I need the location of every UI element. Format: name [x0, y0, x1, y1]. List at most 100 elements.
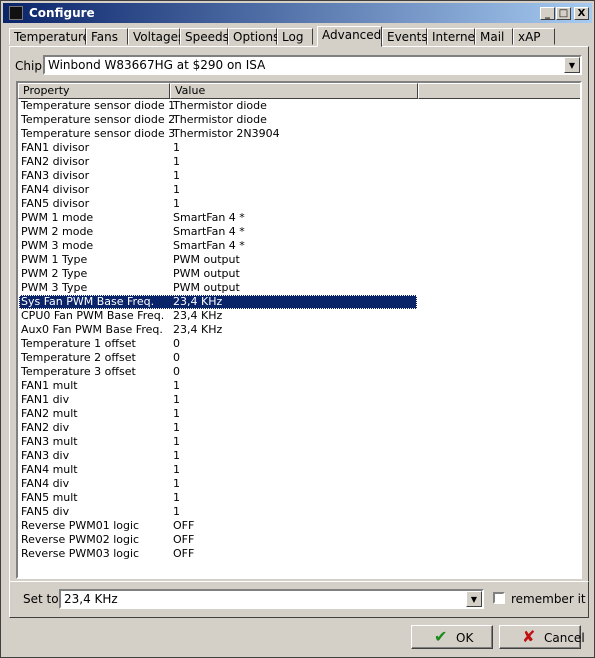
value-cell: PWM output — [173, 281, 240, 294]
table-row[interactable]: FAN1 divisor 1 — [19, 141, 417, 155]
property-cell: FAN4 div — [21, 477, 70, 490]
table-row[interactable]: PWM 1 Type PWM output — [19, 253, 417, 267]
value-cell: 1 — [173, 477, 180, 490]
value-cell: 1 — [173, 505, 180, 518]
value-cell: 1 — [173, 449, 180, 462]
set-to-select[interactable]: 23,4 KHz ▼ — [59, 589, 484, 609]
tab-xap[interactable]: xAP — [513, 28, 555, 45]
table-row[interactable]: FAN5 divisor 1 — [19, 197, 417, 211]
property-cell: PWM 2 mode — [21, 225, 94, 238]
table-row[interactable]: FAN4 divisor 1 — [19, 183, 417, 197]
close-button[interactable]: X — [574, 7, 589, 20]
table-row[interactable]: Sys Fan PWM Base Freq. 23,4 KHz — [19, 295, 417, 309]
ok-button[interactable]: ✔ OK — [411, 625, 493, 649]
property-cell: PWM 1 Type — [21, 253, 88, 266]
column-header-property[interactable]: Property — [18, 83, 170, 99]
value-cell: 1 — [173, 155, 180, 168]
table-row[interactable]: FAN3 mult 1 — [19, 435, 417, 449]
property-cell: Aux0 Fan PWM Base Freq. — [21, 323, 163, 336]
table-row[interactable]: Temperature sensor diode 2 Thermistor dio… — [19, 113, 417, 127]
chevron-down-icon[interactable]: ▼ — [466, 591, 482, 607]
value-cell: 1 — [173, 183, 180, 196]
table-row[interactable]: PWM 1 mode SmartFan 4 * — [19, 211, 417, 225]
app-icon[interactable] — [9, 6, 23, 20]
chip-select-value: Winbond W83667HG at $290 on ISA — [48, 58, 266, 72]
table-row[interactable]: FAN3 div 1 — [19, 449, 417, 463]
property-cell: PWM 3 mode — [21, 239, 94, 252]
value-cell: Thermistor diode — [173, 99, 267, 112]
property-cell: FAN2 div — [21, 421, 70, 434]
tab-internet[interactable]: Internet — [427, 28, 480, 45]
table-row[interactable]: Temperature 2 offset 0 — [19, 351, 417, 365]
table-row[interactable]: FAN1 div 1 — [19, 393, 417, 407]
table-row[interactable]: FAN1 mult 1 — [19, 379, 417, 393]
tab-fans[interactable]: Fans — [86, 28, 128, 45]
table-row[interactable]: Temperature 1 offset 0 — [19, 337, 417, 351]
property-cell: PWM 3 Type — [21, 281, 88, 294]
column-header-value[interactable]: Value — [170, 83, 418, 99]
tab-advanced[interactable]: Advanced — [317, 26, 382, 47]
table-row[interactable]: FAN4 div 1 — [19, 477, 417, 491]
title-bar[interactable]: Configure _ □ X — [3, 3, 592, 23]
chip-label: Chip — [15, 59, 42, 73]
checkmark-icon: ✔ — [434, 627, 448, 646]
table-row[interactable]: FAN4 mult 1 — [19, 463, 417, 477]
remember-checkbox[interactable] — [493, 592, 505, 604]
cancel-button-label: Cancel — [544, 631, 585, 645]
value-cell: 0 — [173, 351, 180, 364]
table-row[interactable]: Temperature sensor diode 3 Thermistor 2N3… — [19, 127, 417, 141]
property-cell: Reverse PWM03 logic — [21, 547, 140, 560]
tab-log[interactable]: Log — [277, 28, 313, 45]
property-cell: FAN4 divisor — [21, 183, 90, 196]
maximize-button[interactable]: □ — [556, 7, 571, 20]
table-row[interactable]: Reverse PWM02 logic OFF — [19, 533, 417, 547]
table-row[interactable]: FAN2 divisor 1 — [19, 155, 417, 169]
value-cell: 1 — [173, 169, 180, 182]
tab-options[interactable]: Options — [228, 28, 279, 45]
table-row[interactable]: PWM 2 Type PWM output — [19, 267, 417, 281]
tab-temperatures[interactable]: Temperatures — [9, 28, 96, 45]
configure-window: Configure _ □ X Temperatures Fans Voltag… — [0, 0, 595, 658]
property-cell: FAN2 divisor — [21, 155, 90, 168]
chevron-down-icon[interactable]: ▼ — [564, 57, 580, 73]
tab-speeds[interactable]: Speeds — [180, 28, 229, 45]
tab-voltages[interactable]: Voltages — [128, 28, 184, 45]
table-row[interactable]: FAN5 div 1 — [19, 505, 417, 519]
table-row[interactable]: CPU0 Fan PWM Base Freq. 23,4 KHz — [19, 309, 417, 323]
value-cell: 1 — [173, 407, 180, 420]
property-cell: FAN3 divisor — [21, 169, 90, 182]
property-cell: CPU0 Fan PWM Base Freq. — [21, 309, 165, 322]
value-cell: 23,4 KHz — [173, 309, 223, 322]
table-row[interactable]: FAN3 divisor 1 — [19, 169, 417, 183]
value-cell: OFF — [173, 547, 195, 560]
table-row[interactable]: FAN2 mult 1 — [19, 407, 417, 421]
property-cell: FAN5 divisor — [21, 197, 90, 210]
property-cell: FAN1 div — [21, 393, 70, 406]
minimize-button[interactable]: _ — [540, 7, 555, 20]
window-title: Configure — [29, 6, 95, 20]
table-row[interactable]: Reverse PWM01 logic OFF — [19, 519, 417, 533]
table-row[interactable]: Reverse PWM03 logic OFF — [19, 547, 417, 561]
property-list[interactable]: Property Value Temperature sensor diode … — [16, 81, 582, 579]
tab-strip: Temperatures Fans Voltages Speeds Option… — [9, 26, 589, 47]
value-cell: OFF — [173, 519, 195, 532]
table-row[interactable]: PWM 2 mode SmartFan 4 * — [19, 225, 417, 239]
table-row[interactable]: Temperature sensor diode 1 Thermistor dio… — [19, 99, 417, 113]
value-cell: 1 — [173, 463, 180, 476]
table-row[interactable]: Temperature 3 offset 0 — [19, 365, 417, 379]
property-cell: PWM 2 Type — [21, 267, 88, 280]
property-cell: Temperature 3 offset — [21, 365, 136, 378]
property-cell: Reverse PWM02 logic — [21, 533, 140, 546]
cancel-button[interactable]: ✘ Cancel — [499, 625, 585, 649]
table-row[interactable]: FAN2 div 1 — [19, 421, 417, 435]
tab-mail[interactable]: Mail — [475, 28, 513, 45]
value-cell: 1 — [173, 197, 180, 210]
property-cell: FAN3 mult — [21, 435, 78, 448]
table-row[interactable]: Aux0 Fan PWM Base Freq. 23,4 KHz — [19, 323, 417, 337]
chip-select[interactable]: Winbond W83667HG at $290 on ISA ▼ — [43, 55, 582, 75]
table-row[interactable]: PWM 3 mode SmartFan 4 * — [19, 239, 417, 253]
table-row[interactable]: PWM 3 Type PWM output — [19, 281, 417, 295]
tab-events[interactable]: Events — [382, 28, 428, 45]
table-row[interactable]: FAN5 mult 1 — [19, 491, 417, 505]
value-cell: 23,4 KHz — [173, 323, 223, 336]
